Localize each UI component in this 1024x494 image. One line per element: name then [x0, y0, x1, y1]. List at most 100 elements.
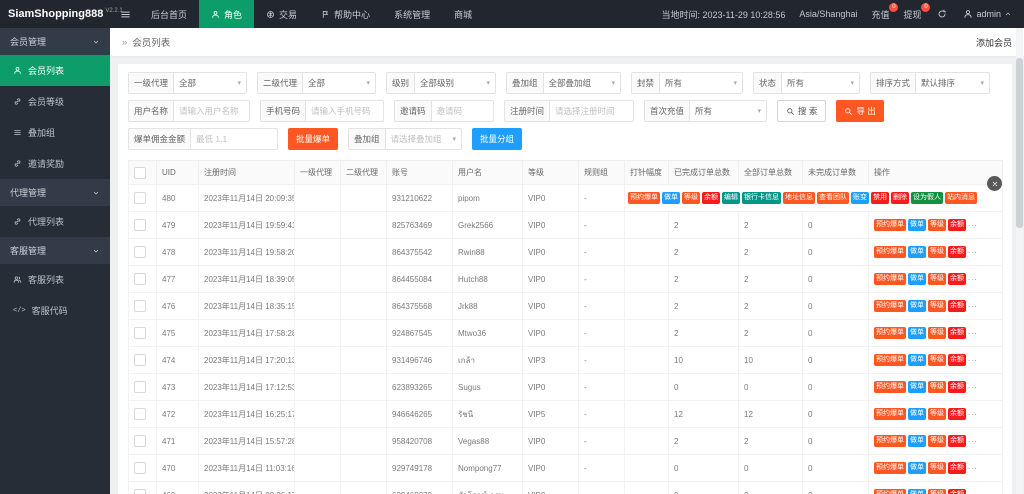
nav-item-system[interactable]: 系统管理 — [382, 0, 442, 28]
scrollbar-track[interactable] — [1016, 28, 1023, 494]
action-account-change-button[interactable]: 账变 — [851, 191, 869, 205]
sidebar-item-service-code[interactable]: </> 客服代码 — [0, 295, 110, 326]
sidebar-item-stack-group[interactable]: 叠加组 — [0, 117, 110, 148]
stack-group-select[interactable]: 全部叠加组 ▾ — [544, 73, 620, 93]
status-select[interactable]: 所有 ▾ — [782, 73, 859, 93]
more-actions-button[interactable]: ... — [968, 327, 978, 336]
first-recharge-select[interactable]: 所有 ▾ — [690, 101, 766, 121]
action-balance-button[interactable]: 余额 — [702, 191, 720, 205]
sidebar-group-member-mgmt[interactable]: 会员管理 — [0, 28, 110, 55]
action-bank-card-info-button[interactable]: 银行卡信息 — [742, 191, 781, 205]
action-reserve-burst-button[interactable]: 预约爆单 — [874, 353, 906, 367]
close-actions-button[interactable] — [987, 176, 1002, 191]
sidebar-group-service-mgmt[interactable]: 客服管理 — [0, 237, 110, 264]
action-make-order-button[interactable]: 做单 — [662, 191, 680, 205]
action-balance-button[interactable]: 余额 — [948, 218, 966, 232]
row-checkbox[interactable] — [134, 219, 146, 231]
row-checkbox[interactable] — [134, 408, 146, 420]
more-actions-button[interactable]: ... — [968, 246, 978, 255]
withdraw-link[interactable]: 提现 0 — [903, 2, 931, 21]
row-checkbox[interactable] — [134, 327, 146, 339]
sidebar-item-member-level[interactable]: 会员等级 — [0, 86, 110, 117]
sidebar-item-service-list[interactable]: 客服列表 — [0, 264, 110, 295]
action-balance-button[interactable]: 余额 — [948, 461, 966, 475]
action-level-button[interactable]: 等级 — [682, 191, 700, 205]
action-reserve-burst-button[interactable]: 预约爆单 — [874, 461, 906, 475]
action-level-button[interactable]: 等级 — [928, 380, 946, 394]
action-make-order-button[interactable]: 做单 — [908, 488, 926, 494]
nav-item-home[interactable]: 后台首页 — [139, 0, 199, 28]
action-level-button[interactable]: 等级 — [928, 434, 946, 448]
sort-select[interactable]: 默认排序 ▾ — [916, 73, 989, 93]
more-actions-button[interactable]: ... — [968, 300, 978, 309]
action-balance-button[interactable]: 余额 — [948, 380, 966, 394]
scrollbar-thumb[interactable] — [1016, 58, 1023, 228]
sidebar-item-member-list[interactable]: 会员列表 — [0, 55, 110, 86]
export-button[interactable]: 导 出 — [836, 100, 884, 122]
action-reserve-burst-button[interactable]: 预约爆单 — [874, 380, 906, 394]
row-checkbox[interactable] — [134, 273, 146, 285]
reg-time-input[interactable]: 请选择注册时间 — [550, 101, 633, 121]
sidebar-group-agent-mgmt[interactable]: 代理管理 — [0, 179, 110, 206]
action-make-order-button[interactable]: 做单 — [908, 380, 926, 394]
ban-select[interactable]: 所有 ▾ — [660, 73, 742, 93]
action-make-order-button[interactable]: 做单 — [908, 272, 926, 286]
action-address-info-button[interactable]: 地址信息 — [783, 191, 815, 205]
batch-group-button[interactable]: 批量分组 — [472, 128, 523, 150]
action-level-button[interactable]: 等级 — [928, 353, 946, 367]
action-site-message-button[interactable]: 站内消息 — [945, 191, 977, 205]
nav-item-mall[interactable]: 商城 — [442, 0, 484, 28]
action-disable-button[interactable]: 禁用 — [871, 191, 889, 205]
row-checkbox[interactable] — [134, 435, 146, 447]
action-delete-button[interactable]: 删除 — [891, 191, 909, 205]
action-reserve-burst-button[interactable]: 预约爆单 — [874, 434, 906, 448]
burst-amount-input[interactable]: 最低 1.1 — [191, 129, 277, 149]
sidebar-item-agent-list[interactable]: 代理列表 — [0, 206, 110, 237]
action-edit-button[interactable]: 编辑 — [722, 191, 740, 205]
nav-item-help-center[interactable]: 帮助中心 — [309, 0, 382, 28]
more-actions-button[interactable]: ... — [968, 219, 978, 228]
more-actions-button[interactable]: ... — [968, 381, 978, 390]
more-actions-button[interactable]: ... — [968, 489, 978, 494]
action-make-order-button[interactable]: 做单 — [908, 407, 926, 421]
level-select[interactable]: 全部级别 ▾ — [415, 73, 495, 93]
user-menu[interactable]: admin — [963, 9, 1012, 19]
action-level-button[interactable]: 等级 — [928, 272, 946, 286]
action-level-button[interactable]: 等级 — [928, 461, 946, 475]
more-actions-button[interactable]: ... — [968, 435, 978, 444]
action-make-order-button[interactable]: 做单 — [908, 434, 926, 448]
more-actions-button[interactable]: ... — [968, 408, 978, 417]
action-make-order-button[interactable]: 做单 — [908, 245, 926, 259]
action-reserve-burst-button[interactable]: 预约爆单 — [874, 407, 906, 421]
action-balance-button[interactable]: 余额 — [948, 326, 966, 340]
row-checkbox[interactable] — [134, 192, 146, 204]
hamburger-icon[interactable] — [112, 0, 139, 28]
action-set-fake-user-button[interactable]: 设为假人 — [911, 191, 943, 205]
search-button[interactable]: 搜 索 — [777, 100, 827, 122]
action-make-order-button[interactable]: 做单 — [908, 299, 926, 313]
row-checkbox[interactable] — [134, 354, 146, 366]
action-balance-button[interactable]: 余额 — [948, 407, 966, 421]
username-input[interactable]: 请输入用户名称 — [174, 101, 249, 121]
action-make-order-button[interactable]: 做单 — [908, 326, 926, 340]
add-member-button[interactable]: 添加会员 — [976, 36, 1012, 49]
batch-burst-button[interactable]: 批量爆单 — [288, 128, 339, 150]
action-balance-button[interactable]: 余额 — [948, 434, 966, 448]
action-balance-button[interactable]: 余额 — [948, 488, 966, 494]
nav-item-trade[interactable]: 交易 — [254, 0, 309, 28]
row-checkbox[interactable] — [134, 300, 146, 312]
action-make-order-button[interactable]: 做单 — [908, 353, 926, 367]
action-view-team-button[interactable]: 查看团队 — [817, 191, 849, 205]
action-make-order-button[interactable]: 做单 — [908, 461, 926, 475]
stack-group2-select[interactable]: 请选择叠加组 ▾ — [386, 129, 461, 149]
recharge-link[interactable]: 充值 0 — [871, 2, 899, 21]
row-checkbox[interactable] — [134, 381, 146, 393]
sidebar-item-invite-reward[interactable]: 邀请奖励 — [0, 148, 110, 179]
action-reserve-burst-button[interactable]: 预约爆单 — [874, 488, 906, 494]
action-level-button[interactable]: 等级 — [928, 218, 946, 232]
action-level-button[interactable]: 等级 — [928, 407, 946, 421]
agent1-select[interactable]: 全部 ▾ — [174, 73, 246, 93]
invite-code-input[interactable]: 邀请码 — [432, 101, 493, 121]
nav-item-roles[interactable]: 角色 — [199, 0, 255, 28]
action-reserve-burst-button[interactable]: 预约爆单 — [874, 299, 906, 313]
